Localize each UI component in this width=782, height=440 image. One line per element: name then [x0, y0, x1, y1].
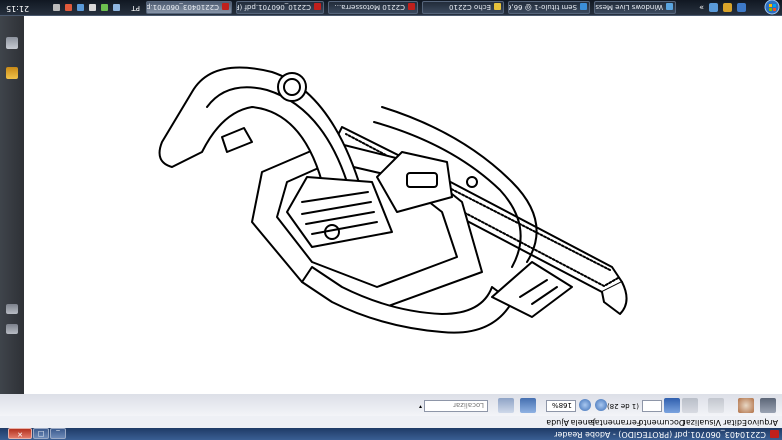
task-button[interactable]: Windows Live Mess...: [594, 1, 676, 14]
show-desktop-icon[interactable]: [737, 3, 746, 12]
pdf-icon: [222, 3, 229, 10]
menu-bar: Arquivo Editar Visualizar Documento Ferr…: [0, 415, 782, 428]
menu-arquivo[interactable]: Arquivo: [747, 418, 778, 427]
menu-ferramentas[interactable]: Ferramentas: [591, 418, 641, 427]
taskbar: » Windows Live Mess... Sem título-1 @ 66…: [0, 0, 782, 16]
chainsaw-illustration: [158, 66, 628, 334]
zoom-in-icon[interactable]: [579, 399, 591, 411]
task-button[interactable]: Sem título-1 @ 66,6...: [508, 1, 590, 14]
find-input[interactable]: Localizar: [424, 400, 488, 412]
clock[interactable]: 21:15: [6, 4, 29, 13]
task-button[interactable]: Echo C2210: [422, 1, 504, 14]
layers-icon[interactable]: [6, 324, 18, 334]
signatures-icon[interactable]: [6, 304, 18, 314]
screen: C2210403_060701.pdf (PROTEGIDO) - Adobe …: [0, 0, 782, 440]
close-button[interactable]: ✕: [8, 428, 32, 439]
menu-documento[interactable]: Documento: [639, 418, 685, 427]
menu-janela[interactable]: Janela: [571, 418, 595, 427]
ie-icon[interactable]: [709, 3, 718, 12]
next-page-icon[interactable]: [664, 398, 680, 413]
antivirus-icon[interactable]: [65, 4, 72, 11]
messenger-icon: [666, 3, 673, 10]
attachments-icon[interactable]: [6, 37, 18, 49]
update-icon[interactable]: [53, 4, 60, 11]
pages-icon[interactable]: [6, 67, 18, 79]
messenger-tray-icon[interactable]: [77, 4, 84, 11]
signature-icon[interactable]: [708, 398, 724, 413]
zoom-select[interactable]: 168%: [546, 400, 576, 412]
toolbar: (1 de 28) 168% Localizar ▾: [0, 393, 782, 416]
collaborate-icon[interactable]: [738, 398, 754, 413]
window-title: C2210403_060701.pdf (PROTEGIDO) - Adobe …: [554, 430, 766, 439]
photoshop-icon: [580, 3, 587, 10]
print-icon[interactable]: [760, 398, 776, 413]
explorer-icon[interactable]: [723, 3, 732, 12]
system-tray: PT 21:15: [0, 0, 142, 15]
pdf-icon: [314, 3, 321, 10]
pdf-icon: [408, 3, 415, 10]
document-page: [24, 16, 782, 394]
menu-visualizar[interactable]: Visualizar: [683, 418, 722, 427]
folder-icon: [494, 3, 501, 10]
volume-icon[interactable]: [89, 4, 96, 11]
windows-start-orb-icon[interactable]: [762, 0, 782, 15]
tray-arrow-icon[interactable]: [113, 4, 120, 11]
find-dropdown-icon[interactable]: ▾: [419, 403, 422, 410]
fit-width-icon[interactable]: [498, 398, 514, 413]
task-button[interactable]: C2210_060701.pdf (P...: [236, 1, 324, 14]
previous-page-icon[interactable]: [682, 398, 698, 413]
title-bar: C2210403_060701.pdf (PROTEGIDO) - Adobe …: [0, 428, 782, 440]
adobe-reader-icon: [770, 430, 779, 438]
menu-ajuda[interactable]: Ajuda: [546, 418, 569, 427]
fit-page-icon[interactable]: [520, 398, 536, 413]
menu-editar[interactable]: Editar: [723, 418, 747, 427]
task-button[interactable]: C2210 Motosserra...: [328, 1, 418, 14]
zoom-out-icon[interactable]: [595, 399, 607, 411]
network-icon[interactable]: [101, 4, 108, 11]
navigation-panel: [0, 0, 24, 394]
task-button-active[interactable]: C2210403_060701.p...: [146, 1, 232, 14]
language-indicator[interactable]: PT: [132, 4, 141, 12]
minimize-button[interactable]: _: [50, 428, 66, 439]
more-icon[interactable]: »: [695, 3, 704, 12]
page-total-label: (1 de 28): [606, 402, 639, 410]
page-number-input[interactable]: [642, 400, 662, 412]
maximize-button[interactable]: □: [33, 428, 49, 439]
